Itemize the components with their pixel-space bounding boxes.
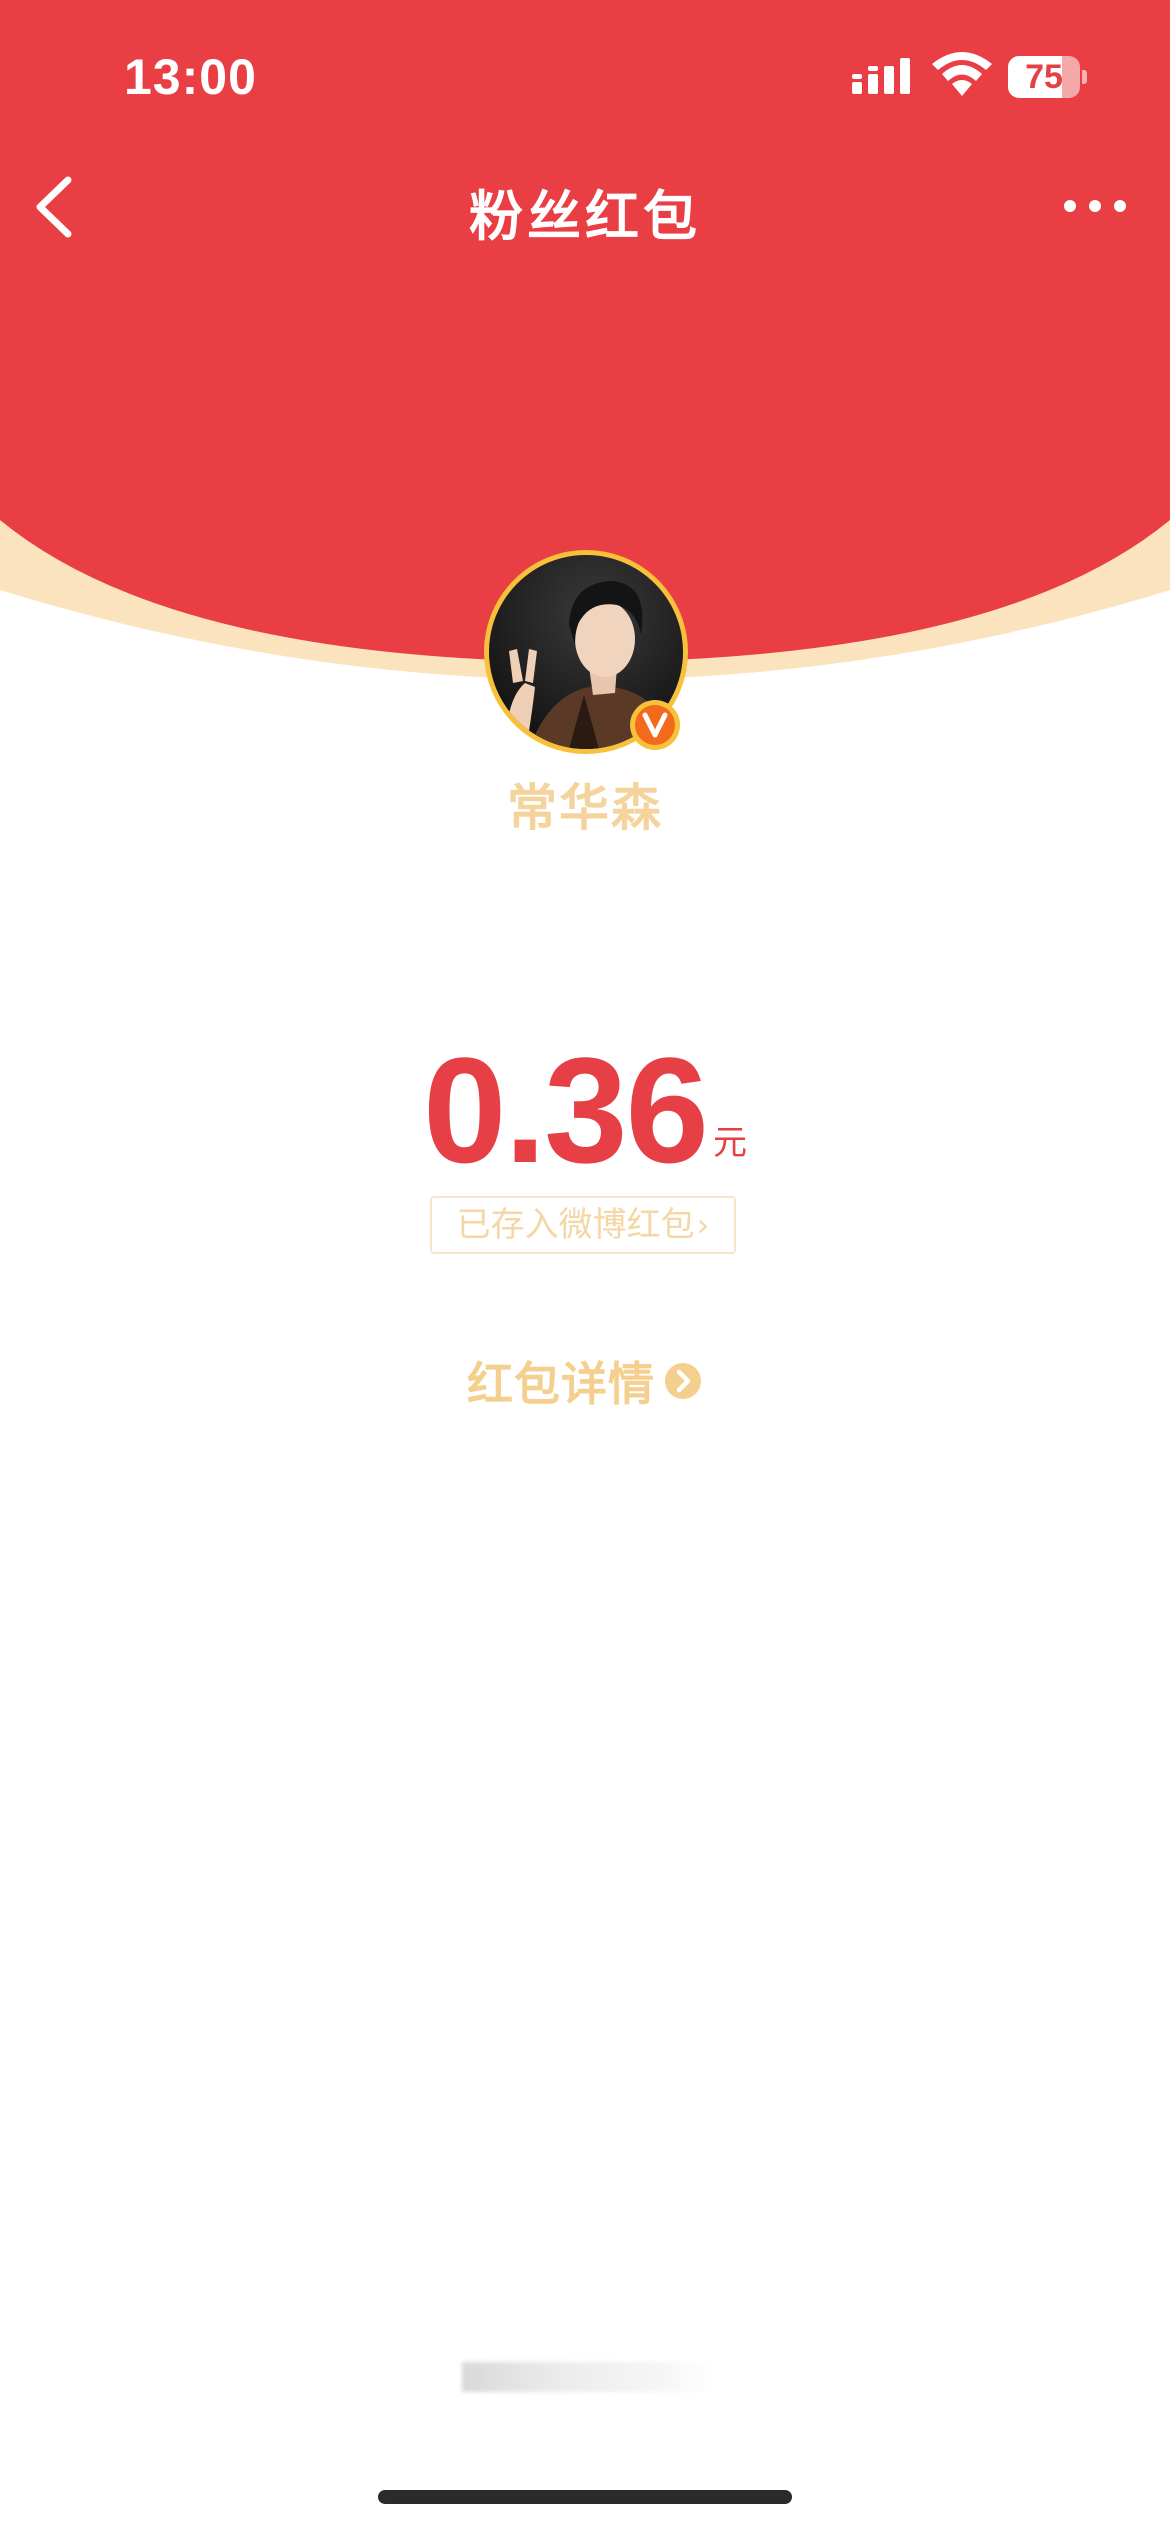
amount-row: 0.36 元 (0, 1030, 1170, 1190)
battery-icon: 75 (1008, 56, 1087, 98)
page-title: 粉丝红包 (469, 185, 701, 248)
wifi-icon (932, 52, 992, 96)
more-dots-icon[interactable] (1060, 194, 1130, 218)
red-packet-details-label: 红包详情 (467, 1357, 655, 1411)
amount-value: 0.36 (423, 1026, 709, 1194)
saved-to-wallet-link[interactable]: 已存入微博红包› (430, 1196, 736, 1254)
battery-body: 75 (1008, 56, 1080, 98)
home-indicator[interactable] (378, 2490, 792, 2504)
blurred-content (462, 2362, 712, 2392)
battery-percentage: 75 (1025, 58, 1063, 96)
battery-tip (1082, 70, 1087, 84)
verified-badge-icon (630, 700, 680, 750)
amount-unit: 元 (712, 1123, 747, 1163)
sender-name: 常华森 (507, 779, 663, 837)
saved-to-wallet-label: 已存入微博红包 (456, 1205, 695, 1245)
status-time: 13:00 (124, 49, 257, 105)
red-packet-details-link[interactable]: 红包详情 (0, 1348, 1170, 1414)
red-packet-page: 13:00 75 粉丝红包 常华森 0.36 元 已存入微博红包› 红包详情 (0, 0, 1170, 2532)
chevron-right-circle-icon (665, 1363, 701, 1399)
chevron-right-icon: › (696, 1206, 710, 1244)
signal-icon (852, 58, 910, 94)
